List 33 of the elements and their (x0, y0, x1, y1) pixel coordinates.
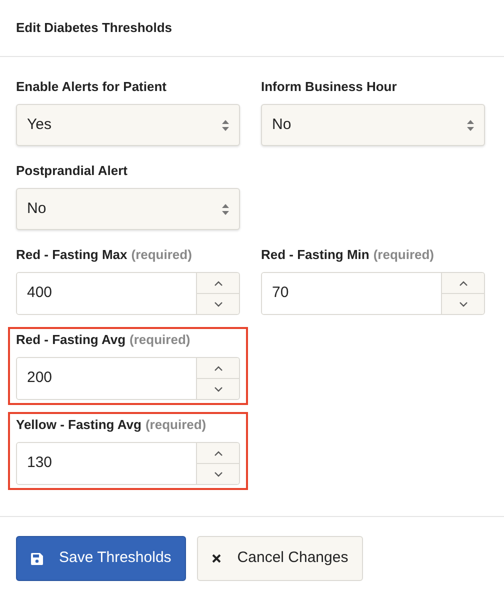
required-note: (required) (130, 332, 190, 348)
number-field[interactable]: 200 (16, 357, 240, 400)
chevron-up-icon (214, 450, 222, 456)
chevron-up-icon (214, 280, 222, 286)
select-field[interactable]: No (16, 188, 240, 230)
field-label: Inform Business Hour (261, 79, 397, 95)
required-note: (required) (373, 247, 434, 263)
chevron-down-icon (214, 386, 222, 392)
chevron-down-icon (458, 302, 468, 306)
chevron-down-icon (214, 472, 222, 476)
number-field[interactable]: 130 (16, 442, 240, 485)
required-note: (required) (131, 247, 192, 263)
chevron-up-icon (214, 366, 222, 370)
field-label: Red - Fasting Max (16, 247, 128, 263)
number-field[interactable]: 70 (261, 272, 485, 315)
chevron-up-icon (458, 280, 468, 286)
dialog-title: Edit Diabetes Thresholds (16, 19, 172, 38)
updown-arrows-icon (222, 204, 229, 214)
updown-arrows-icon (222, 120, 229, 130)
field-label: Postprandial Alert (16, 163, 128, 179)
select-field[interactable]: Yes (16, 104, 240, 146)
field-label: Red - Fasting Min (261, 247, 370, 263)
cancel-button[interactable]: Cancel Changes (197, 536, 364, 581)
updown-arrows-icon (467, 120, 474, 130)
field-label: Enable Alerts for Patient (16, 79, 166, 95)
required-note: (required) (145, 417, 206, 433)
number-field[interactable]: 400 (16, 272, 240, 315)
chevron-down-icon (214, 302, 222, 306)
select-field[interactable]: No (261, 104, 485, 146)
close-icon (212, 554, 222, 563)
field-label: Yellow - Fasting Avg (16, 417, 142, 433)
save-button[interactable]: Save Thresholds (16, 536, 186, 581)
field-label: Red - Fasting Avg (16, 332, 126, 348)
